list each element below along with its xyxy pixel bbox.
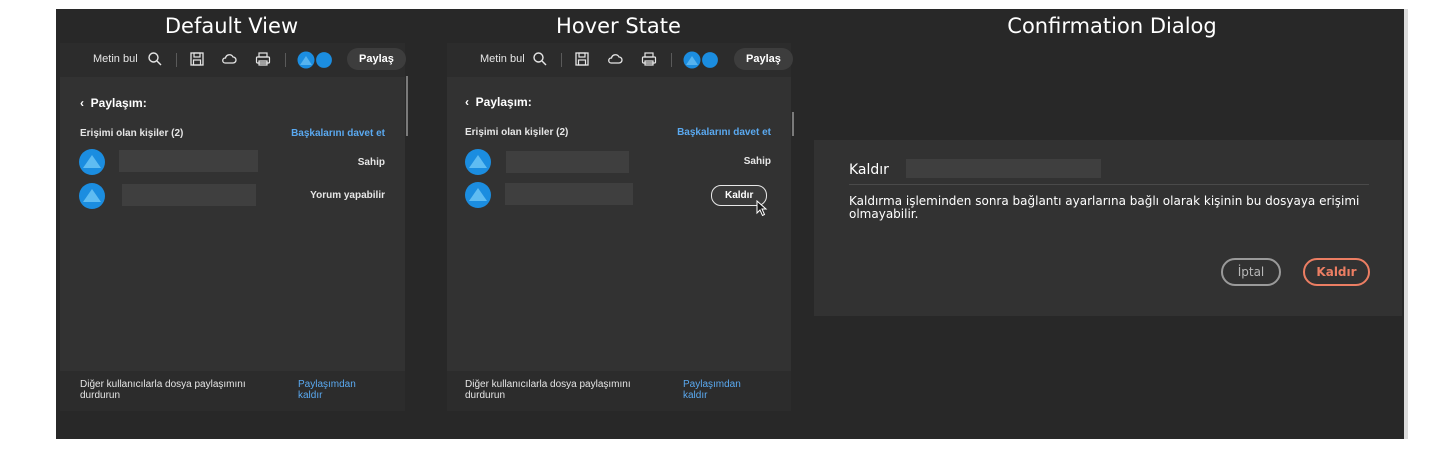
toolbar: Metin bul Paylaş (447, 43, 793, 77)
chevron-left-icon: ‹ (80, 96, 91, 110)
search-icon[interactable] (531, 50, 549, 68)
panel-footer: Diğer kullanıcılarla dosya paylaşımını d… (447, 371, 791, 411)
share-panel-default: Metin bul Paylaş ‹ Paylaşım: Erişimi ola… (60, 43, 406, 411)
chevron-left-icon: ‹ (465, 95, 476, 109)
person-avatar (465, 182, 491, 208)
person-name-redacted (119, 150, 258, 172)
person-avatar (465, 149, 491, 175)
scrollbar[interactable] (406, 76, 408, 136)
person-name-redacted (906, 159, 1101, 178)
find-text-label[interactable]: Metin bul (480, 53, 525, 65)
cloud-icon[interactable] (606, 50, 624, 68)
dialog-message: Kaldırma işleminden sonra bağlantı ayarl… (849, 194, 1360, 221)
print-icon[interactable] (640, 50, 658, 68)
share-panel-hover: Metin bul Paylaş ‹ Paylaşım: Erişimi ola… (447, 43, 793, 411)
role-owner: Sahip (743, 156, 771, 167)
save-icon[interactable] (188, 50, 206, 68)
print-icon[interactable] (254, 50, 272, 68)
person-name-redacted (505, 183, 633, 205)
toolbar: Metin bul Paylaş (60, 43, 406, 77)
scrollbar[interactable] (792, 112, 794, 136)
search-icon[interactable] (146, 50, 164, 68)
confirm-remove-button[interactable]: Kaldır (1303, 258, 1370, 286)
mouse-cursor-icon (756, 200, 768, 217)
share-button[interactable]: Paylaş (734, 48, 793, 70)
collaborators-avatars-icon[interactable] (682, 51, 720, 69)
person-avatar (79, 183, 105, 209)
heading-hover-state: Hover State (556, 14, 681, 38)
invite-others-link[interactable]: Başkalarını davet et (677, 127, 771, 138)
frame-edge (1404, 9, 1408, 439)
cancel-button[interactable]: İptal (1221, 258, 1281, 286)
cloud-icon[interactable] (220, 50, 238, 68)
dialog-divider (849, 184, 1369, 185)
heading-confirmation-dialog: Confirmation Dialog (1007, 14, 1217, 38)
invite-others-link[interactable]: Başkalarını davet et (291, 128, 385, 139)
share-button[interactable]: Paylaş (347, 48, 406, 70)
back-button[interactable]: ‹ Paylaşım: (80, 96, 147, 110)
confirmation-dialog: Kaldır Kaldırma işleminden sonra bağlant… (814, 140, 1402, 316)
person-name-redacted (122, 184, 256, 206)
access-label: Erişimi olan kişiler (2) (80, 128, 184, 139)
find-text-label[interactable]: Metin bul (93, 53, 138, 65)
role-can-comment[interactable]: Yorum yapabilir (310, 190, 385, 201)
stop-sharing-text: Diğer kullanıcılarla dosya paylaşımını d… (465, 379, 631, 401)
toolbar-separator (176, 53, 177, 67)
toolbar-separator (285, 53, 286, 67)
panel-footer: Diğer kullanıcılarla dosya paylaşımını d… (60, 371, 405, 411)
back-button[interactable]: ‹ Paylaşım: (465, 95, 532, 109)
sharing-title: Paylaşım: (475, 95, 532, 109)
access-label: Erişimi olan kişiler (2) (465, 127, 569, 138)
role-owner: Sahip (357, 157, 385, 168)
toolbar-separator (671, 53, 672, 67)
dialog-title: Kaldır (849, 162, 889, 178)
remove-from-sharing-link[interactable]: Paylaşımdan kaldır (683, 379, 763, 401)
person-avatar (79, 149, 105, 175)
toolbar-separator (561, 53, 562, 67)
stop-sharing-text: Diğer kullanıcılarla dosya paylaşımını d… (80, 379, 246, 401)
heading-default-view: Default View (164, 14, 299, 38)
collaborators-avatars-icon[interactable] (296, 51, 334, 69)
sharing-title: Paylaşım: (90, 96, 147, 110)
person-name-redacted (506, 151, 629, 173)
remove-from-sharing-link[interactable]: Paylaşımdan kaldır (298, 379, 378, 401)
save-icon[interactable] (573, 50, 591, 68)
